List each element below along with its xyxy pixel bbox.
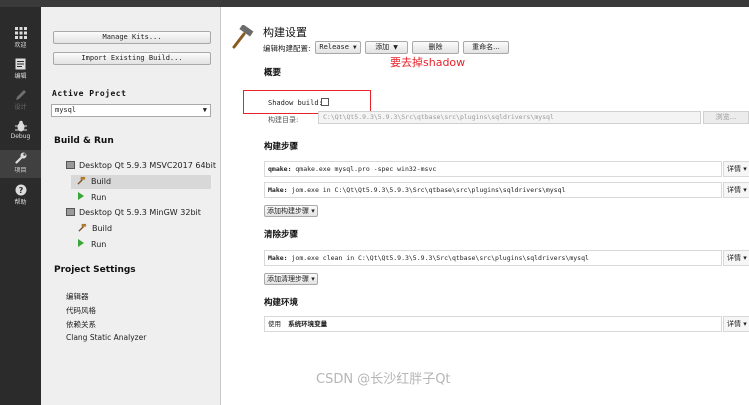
- clean-steps-heading: 清除步骤: [264, 230, 299, 240]
- build-label: Build: [91, 177, 112, 186]
- build-step-details-button[interactable]: 详情 ▾: [723, 182, 749, 198]
- import-existing-build-button[interactable]: Import Existing Build...: [53, 52, 211, 65]
- add-clean-step-button[interactable]: 添加清理步骤 ▾: [264, 273, 318, 285]
- build-dir-label: 构建目录:: [268, 116, 299, 124]
- build-settings-panel: 构建设置 编辑构建配置: Release ▼ 添加 ▼ 删除 重命名... 概要 要…: [222, 7, 749, 405]
- rename-config-button[interactable]: 重命名...: [463, 41, 509, 54]
- mode-label: 欢迎: [14, 42, 27, 49]
- env-value: 系统环境变量: [288, 320, 328, 328]
- pencil-icon: [15, 90, 26, 100]
- document-icon: [15, 58, 26, 70]
- chevron-down-icon: ▼: [393, 44, 398, 51]
- settings-item-dependencies[interactable]: 依赖关系: [66, 319, 96, 330]
- shadow-build-label: Shadow build:: [268, 99, 323, 107]
- build-env-row[interactable]: 使用 系统环境变量: [264, 316, 722, 332]
- active-project-value: mysql: [55, 106, 77, 114]
- mode-design[interactable]: 设计: [0, 89, 41, 111]
- mode-label: 编辑: [14, 73, 27, 80]
- kit-name: Desktop Qt 5.9.3 MSVC2017 64bit: [79, 161, 216, 170]
- env-use-label: 使用: [268, 320, 281, 328]
- browse-button[interactable]: 浏览...: [703, 111, 749, 124]
- mode-bar: 欢迎 编辑 设计 Debug 项目 ? 帮助: [0, 7, 41, 405]
- build-step-command: jom.exe in C:\Qt\Qt5.9.3\5.9.3\Src\qtbas…: [287, 186, 566, 194]
- run-label: Run: [91, 240, 107, 249]
- add-config-label: 添加: [375, 43, 390, 51]
- project-settings-label: Project Settings: [54, 265, 136, 275]
- add-build-step-button[interactable]: 添加构建步骤 ▾: [264, 205, 318, 217]
- build-config-combo[interactable]: Release ▼: [315, 41, 361, 54]
- build-env-details-button[interactable]: 详情 ▾: [723, 316, 749, 332]
- build-config-value: Release: [319, 43, 349, 51]
- build-dir-input[interactable]: C:\Qt\Qt5.9.3\5.9.3\Src\qtbase\src\plugi…: [318, 111, 701, 124]
- overview-heading: 概要: [264, 68, 282, 78]
- settings-item-code-style[interactable]: 代码风格: [66, 305, 96, 316]
- mode-label: Debug: [10, 133, 31, 140]
- mode-help[interactable]: ? 帮助: [0, 184, 41, 206]
- kit-msvc-run[interactable]: Run: [78, 192, 106, 202]
- build-step-tool: Make:: [268, 186, 288, 194]
- build-step-tool: qmake:: [268, 165, 292, 173]
- mode-label: 项目: [14, 167, 27, 174]
- kit-mingw-run[interactable]: Run: [78, 239, 106, 249]
- settings-item-clang-analyzer[interactable]: Clang Static Analyzer: [66, 333, 146, 342]
- mode-debug[interactable]: Debug: [0, 120, 41, 140]
- clean-step-row[interactable]: Make: jom.exe clean in C:\Qt\Qt5.9.3\5.9…: [264, 250, 722, 266]
- mode-projects[interactable]: 项目: [0, 150, 41, 178]
- svg-text:?: ?: [18, 186, 23, 195]
- kit-mingw-build[interactable]: Build: [78, 223, 112, 233]
- hammer-icon: [78, 223, 87, 232]
- mode-welcome[interactable]: 欢迎: [0, 27, 41, 49]
- annotation-text: 要去掉shadow: [390, 56, 466, 69]
- monitor-icon: [66, 161, 75, 169]
- build-step-command: qmake.exe mysql.pro -spec win32-msvc: [291, 165, 437, 173]
- chevron-down-icon: ▼: [202, 106, 207, 114]
- mode-label: 设计: [14, 104, 27, 111]
- wrench-icon: [14, 152, 26, 164]
- clean-step-command: jom.exe clean in C:\Qt\Qt5.9.3\5.9.3\Src…: [287, 254, 589, 262]
- build-steps-heading: 构建步骤: [264, 142, 299, 152]
- mode-edit[interactable]: 编辑: [0, 58, 41, 80]
- shadow-build-checkbox[interactable]: [321, 98, 329, 106]
- edit-config-label: 编辑构建配置:: [263, 44, 311, 53]
- window-top-bar: [0, 0, 749, 7]
- kit-name: Desktop Qt 5.9.3 MinGW 32bit: [79, 208, 201, 217]
- chevron-down-icon: ▼: [352, 44, 357, 51]
- build-step-row[interactable]: Make: jom.exe in C:\Qt\Qt5.9.3\5.9.3\Src…: [264, 182, 722, 198]
- add-config-button[interactable]: 添加 ▼: [365, 41, 408, 54]
- build-step-details-button[interactable]: 详情 ▾: [723, 161, 749, 177]
- build-label: Build: [92, 224, 113, 233]
- run-label: Run: [91, 193, 107, 202]
- active-project-combo[interactable]: mysql ▼: [51, 104, 211, 117]
- manage-kits-button[interactable]: Manage Kits...: [53, 31, 211, 44]
- play-icon: [78, 239, 84, 247]
- active-project-label: Active Project: [52, 89, 127, 98]
- settings-item-editor[interactable]: 编辑器: [66, 291, 89, 302]
- build-step-row[interactable]: qmake: qmake.exe mysql.pro -spec win32-m…: [264, 161, 722, 177]
- monitor-icon: [66, 208, 75, 216]
- mode-label: 帮助: [14, 199, 27, 206]
- delete-config-button[interactable]: 删除: [412, 41, 459, 54]
- hammer-icon: [232, 25, 254, 49]
- watermark: CSDN @长沙红胖子Qt: [316, 372, 451, 387]
- kit-item-mingw[interactable]: Desktop Qt 5.9.3 MinGW 32bit: [66, 208, 201, 217]
- bug-icon: [14, 120, 27, 132]
- play-icon: [78, 192, 84, 200]
- page-title: 构建设置: [263, 26, 307, 39]
- build-run-label: Build & Run: [54, 136, 114, 146]
- kit-item-msvc[interactable]: Desktop Qt 5.9.3 MSVC2017 64bit: [66, 161, 216, 170]
- build-env-heading: 构建环境: [264, 298, 299, 308]
- help-icon: ?: [15, 184, 26, 196]
- kit-msvc-build[interactable]: Build: [71, 175, 211, 189]
- grid-icon: [14, 27, 27, 39]
- projects-left-panel: Manage Kits... Import Existing Build... …: [41, 7, 221, 405]
- hammer-icon: [77, 176, 86, 185]
- clean-step-details-button[interactable]: 详情 ▾: [723, 250, 749, 266]
- clean-step-tool: Make:: [268, 254, 288, 262]
